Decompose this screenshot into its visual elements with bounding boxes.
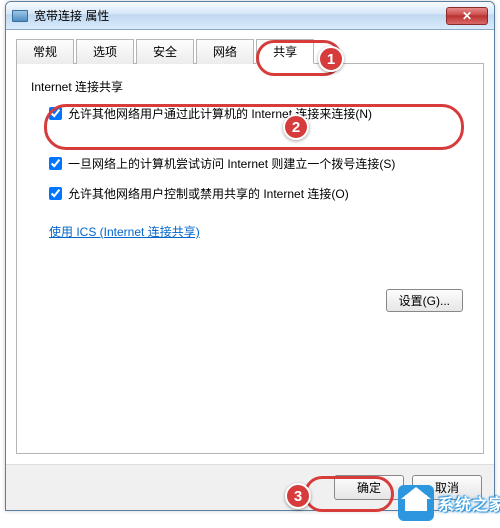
checkbox-label-allow-control: 允许其他网络用户控制或禁用共享的 Internet 连接(O) — [68, 185, 349, 203]
tab-options[interactable]: 选项 — [76, 39, 134, 64]
close-icon: ✕ — [462, 9, 472, 23]
settings-button[interactable]: 设置(G)... — [386, 289, 463, 312]
dialog-window: 宽带连接 属性 ✕ 常规 选项 安全 网络 共享 Internet 连接共享 允… — [5, 1, 495, 511]
cancel-button[interactable]: 取消 — [412, 475, 482, 500]
checkbox-row-allow-control: 允许其他网络用户控制或禁用共享的 Internet 连接(O) — [31, 185, 469, 203]
checkbox-row-allow-connect: 允许其他网络用户通过此计算机的 Internet 连接来连接(N) — [31, 105, 469, 123]
ok-button[interactable]: 确定 — [334, 475, 404, 500]
tab-strip: 常规 选项 安全 网络 共享 — [16, 38, 484, 64]
checkbox-label-allow-connect: 允许其他网络用户通过此计算机的 Internet 连接来连接(N) — [68, 105, 372, 123]
group-title: Internet 连接共享 — [31, 78, 469, 95]
tab-network[interactable]: 网络 — [196, 39, 254, 64]
client-area: 常规 选项 安全 网络 共享 Internet 连接共享 允许其他网络用户通过此… — [6, 30, 494, 464]
tab-panel-sharing: Internet 连接共享 允许其他网络用户通过此计算机的 Internet 连… — [16, 64, 484, 454]
tab-sharing[interactable]: 共享 — [256, 39, 314, 64]
tab-security[interactable]: 安全 — [136, 39, 194, 64]
window-title: 宽带连接 属性 — [34, 7, 446, 24]
checkbox-allow-connect[interactable] — [49, 107, 62, 120]
close-button[interactable]: ✕ — [446, 7, 488, 25]
tab-general[interactable]: 常规 — [16, 39, 74, 64]
app-icon — [12, 10, 28, 22]
titlebar[interactable]: 宽带连接 属性 ✕ — [6, 2, 494, 30]
checkbox-allow-control[interactable] — [49, 187, 62, 200]
checkbox-row-dial-on-demand: 一旦网络上的计算机尝试访问 Internet 则建立一个拨号连接(S) — [31, 155, 469, 173]
link-ics-help[interactable]: 使用 ICS (Internet 连接共享) — [49, 223, 200, 240]
dialog-footer: 确定 取消 — [6, 464, 494, 510]
checkbox-dial-on-demand[interactable] — [49, 157, 62, 170]
checkbox-label-dial-on-demand: 一旦网络上的计算机尝试访问 Internet 则建立一个拨号连接(S) — [68, 155, 395, 173]
